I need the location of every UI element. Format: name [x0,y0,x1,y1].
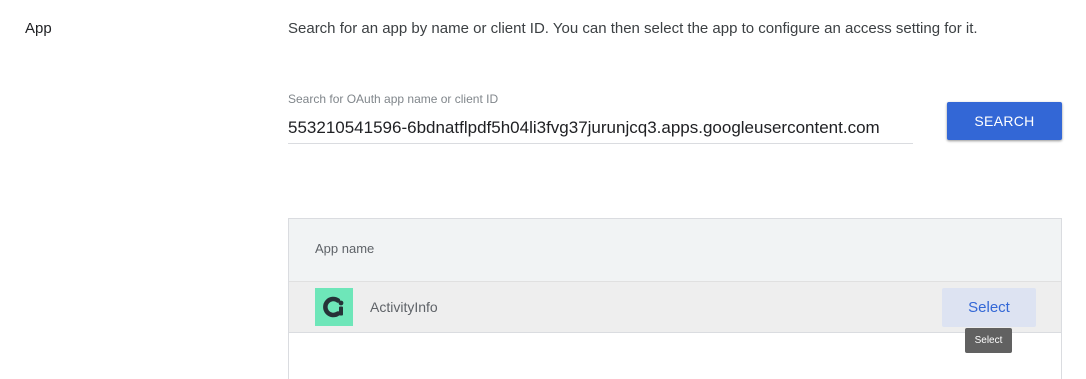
search-field[interactable]: Search for OAuth app name or client ID [288,92,913,144]
search-field-label: Search for OAuth app name or client ID [288,92,499,106]
table-row[interactable]: ActivityInfo Select [289,282,1061,333]
search-button[interactable]: SEARCH [947,102,1062,140]
section-label: App [25,20,52,37]
select-button[interactable]: Select [942,288,1036,327]
table-header: App name [289,219,1061,282]
results-table: App name ActivityInfo Select [288,218,1062,379]
column-header-app-name: App name [315,241,375,256]
app-name: ActivityInfo [370,299,438,315]
section-description: Search for an app by name or client ID. … [288,20,978,37]
search-input[interactable] [288,118,913,138]
select-tooltip: Select [965,328,1012,353]
activityinfo-logo-icon [315,288,353,326]
